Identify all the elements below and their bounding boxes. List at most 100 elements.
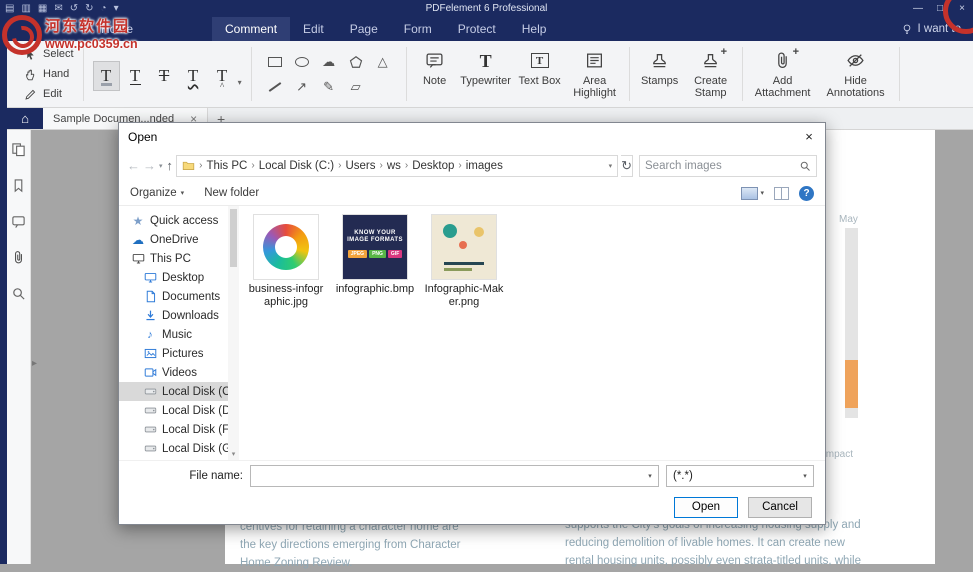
text-box-button[interactable]: T Text Box: [514, 41, 566, 107]
breadcrumb-images[interactable]: images: [466, 160, 503, 172]
squiggly-text-tool[interactable]: T: [180, 61, 207, 91]
back-button[interactable]: ←: [127, 158, 140, 173]
search-input[interactable]: [645, 160, 799, 172]
tree-item-downloads[interactable]: Downloads: [119, 306, 239, 325]
ribbon-separator: [742, 47, 743, 101]
eraser-tool[interactable]: ▱: [348, 79, 364, 95]
help-button[interactable]: ?: [799, 186, 814, 201]
ellipse-icon: [295, 57, 309, 67]
cancel-button[interactable]: Cancel: [748, 497, 812, 518]
refresh-button[interactable]: ↻: [621, 155, 633, 177]
organize-dropdown[interactable]: Organize ▾: [130, 187, 184, 199]
new-folder-button[interactable]: New folder: [204, 187, 259, 199]
file-item-business-infographic[interactable]: business-infographic.jpg: [245, 215, 327, 308]
home-tab-button[interactable]: ⌂: [7, 108, 43, 129]
tree-item-local-disk-g[interactable]: Local Disk (G:): [119, 439, 239, 458]
highlight-text-tool[interactable]: T: [93, 61, 120, 91]
file-type-combo[interactable]: (*.*) ▾: [666, 465, 814, 487]
dialog-title: Open: [128, 130, 157, 144]
strikethrough-text-tool[interactable]: T: [151, 61, 178, 91]
dialog-titlebar[interactable]: Open ×: [119, 123, 825, 150]
thumbnails-panel-icon[interactable]: [11, 142, 26, 157]
breadcrumb-ws[interactable]: ws: [387, 160, 401, 172]
tree-item-desktop[interactable]: Desktop: [119, 268, 239, 287]
hide-annotations-button[interactable]: Hide Annotations: [818, 41, 894, 107]
chevron-down-icon[interactable]: ▾: [642, 472, 658, 480]
i-want-to-button[interactable]: I want to: [901, 17, 973, 41]
create-stamp-button[interactable]: + Create Stamp: [685, 41, 737, 107]
scrollbar-thumb[interactable]: [230, 209, 237, 267]
maximize-button[interactable]: □: [929, 0, 951, 17]
pencil-draw-tool[interactable]: ✎: [321, 79, 337, 95]
tree-item-pictures[interactable]: Pictures: [119, 344, 239, 363]
tab-edit[interactable]: Edit: [290, 17, 337, 41]
dialog-nav-bar: ← → ▾ ↑ › This PC › Local Disk (C:) › Us…: [119, 150, 825, 181]
select-tool-button[interactable]: Select: [24, 46, 74, 63]
tree-item-videos[interactable]: Videos: [119, 363, 239, 382]
tab-page[interactable]: Page: [337, 17, 391, 41]
rectangle-shape-tool[interactable]: [267, 54, 283, 70]
tab-help[interactable]: Help: [509, 17, 560, 41]
note-button[interactable]: Note: [412, 41, 458, 107]
hand-tool-button[interactable]: Hand: [24, 66, 74, 83]
panel-expander-icon[interactable]: ▸: [32, 358, 37, 369]
polygon-shape-tool[interactable]: [348, 54, 364, 70]
tab-form[interactable]: Form: [391, 17, 445, 41]
highlight-mark-icon: [101, 83, 112, 86]
hand-icon: [24, 68, 37, 81]
area-highlight-button[interactable]: Area Highlight: [566, 41, 624, 107]
bookmarks-panel-icon[interactable]: [11, 178, 26, 193]
recent-locations-dropdown-icon[interactable]: ▾: [159, 162, 163, 170]
comments-panel-icon[interactable]: [11, 214, 26, 229]
breadcrumb-desktop[interactable]: Desktop: [412, 160, 454, 172]
breadcrumb-this-pc[interactable]: This PC: [206, 160, 247, 172]
stamps-button[interactable]: Stamps: [635, 41, 685, 107]
tree-scrollbar[interactable]: ▾: [228, 206, 239, 460]
tree-item-this-pc[interactable]: This PC: [119, 249, 239, 268]
attachments-panel-icon[interactable]: [11, 250, 26, 265]
edit-tool-button[interactable]: Edit: [24, 86, 74, 103]
tree-item-onedrive[interactable]: ☁OneDrive: [119, 230, 239, 249]
search-box[interactable]: [639, 155, 817, 177]
up-button[interactable]: ↑: [166, 158, 173, 173]
forward-button[interactable]: →: [143, 158, 156, 173]
close-button[interactable]: ×: [951, 0, 973, 17]
tree-item-local-disk-d[interactable]: Local Disk (D:): [119, 401, 239, 420]
line-tool[interactable]: [267, 79, 283, 95]
file-item-infographic-bmp[interactable]: KNOW YOUR IMAGE FORMATS JPEG PNG GIF inf…: [334, 215, 416, 296]
ribbon-separator: [406, 47, 407, 101]
file-name-combo[interactable]: ▾: [250, 465, 659, 487]
triangle-shape-tool[interactable]: △: [375, 54, 391, 70]
tree-item-local-disk-f[interactable]: Local Disk (F:): [119, 420, 239, 439]
caret-insert-tool[interactable]: T^: [209, 61, 236, 91]
dialog-close-button[interactable]: ×: [793, 123, 825, 150]
line-icon: [268, 82, 281, 92]
address-bar[interactable]: › This PC › Local Disk (C:) › Users › ws…: [176, 155, 618, 177]
tree-item-music[interactable]: ♪Music: [119, 325, 239, 344]
address-dropdown-icon[interactable]: ▾: [609, 162, 613, 170]
tab-comment[interactable]: Comment: [212, 17, 290, 41]
open-button[interactable]: Open: [674, 497, 738, 518]
breadcrumb-local-disk-c[interactable]: Local Disk (C:): [259, 160, 334, 172]
view-mode-button[interactable]: ▾: [741, 187, 764, 200]
search-panel-icon[interactable]: [11, 286, 26, 301]
file-name-input[interactable]: [251, 466, 642, 486]
scroll-down-icon[interactable]: ▾: [232, 450, 236, 460]
file-item-infographic-maker[interactable]: Infographic-Maker.png: [423, 215, 505, 308]
typewriter-button[interactable]: T Typewriter: [458, 41, 514, 107]
breadcrumb-users[interactable]: Users: [345, 160, 375, 172]
tree-item-documents[interactable]: Documents: [119, 287, 239, 306]
add-attachment-button[interactable]: + Add Attachment: [748, 41, 818, 107]
arrow-tool[interactable]: ↗: [294, 79, 310, 95]
tree-item-quick-access[interactable]: ★Quick access: [119, 211, 239, 230]
markup-dropdown-icon[interactable]: ▾: [238, 78, 242, 91]
tree-item-local-disk-c[interactable]: Local Disk (C:): [119, 382, 239, 401]
minimize-button[interactable]: —: [907, 0, 929, 17]
tab-home[interactable]: Home: [88, 17, 146, 41]
tab-protect[interactable]: Protect: [445, 17, 509, 41]
preview-pane-button[interactable]: [774, 187, 789, 200]
underline-text-tool[interactable]: T: [122, 61, 149, 91]
cloud-shape-tool[interactable]: ☁: [321, 54, 337, 70]
cursor-icon: [24, 48, 37, 61]
ellipse-shape-tool[interactable]: [294, 54, 310, 70]
